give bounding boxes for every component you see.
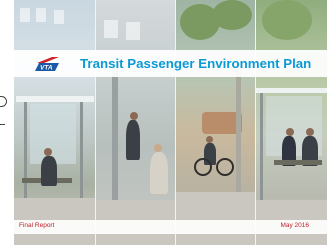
svg-text:VTA: VTA	[40, 65, 53, 72]
page-edge-mark	[0, 124, 5, 125]
report-title: Transit Passenger Environment Plan	[80, 56, 312, 71]
title-band: VTA Transit Passenger Environment Plan	[14, 50, 327, 77]
report-date: May 2016	[280, 222, 309, 229]
page-edge-mark	[0, 96, 7, 107]
cover-photo-2	[96, 0, 176, 245]
report-type-label: Final Report	[19, 222, 55, 229]
vta-logo-icon: VTA	[35, 57, 59, 72]
cover-photo-4	[256, 0, 327, 245]
footer-band: Final Report May 2016	[14, 220, 327, 234]
cover-photo-3	[176, 0, 256, 245]
report-cover	[14, 0, 327, 245]
cover-photo-1	[14, 0, 96, 245]
